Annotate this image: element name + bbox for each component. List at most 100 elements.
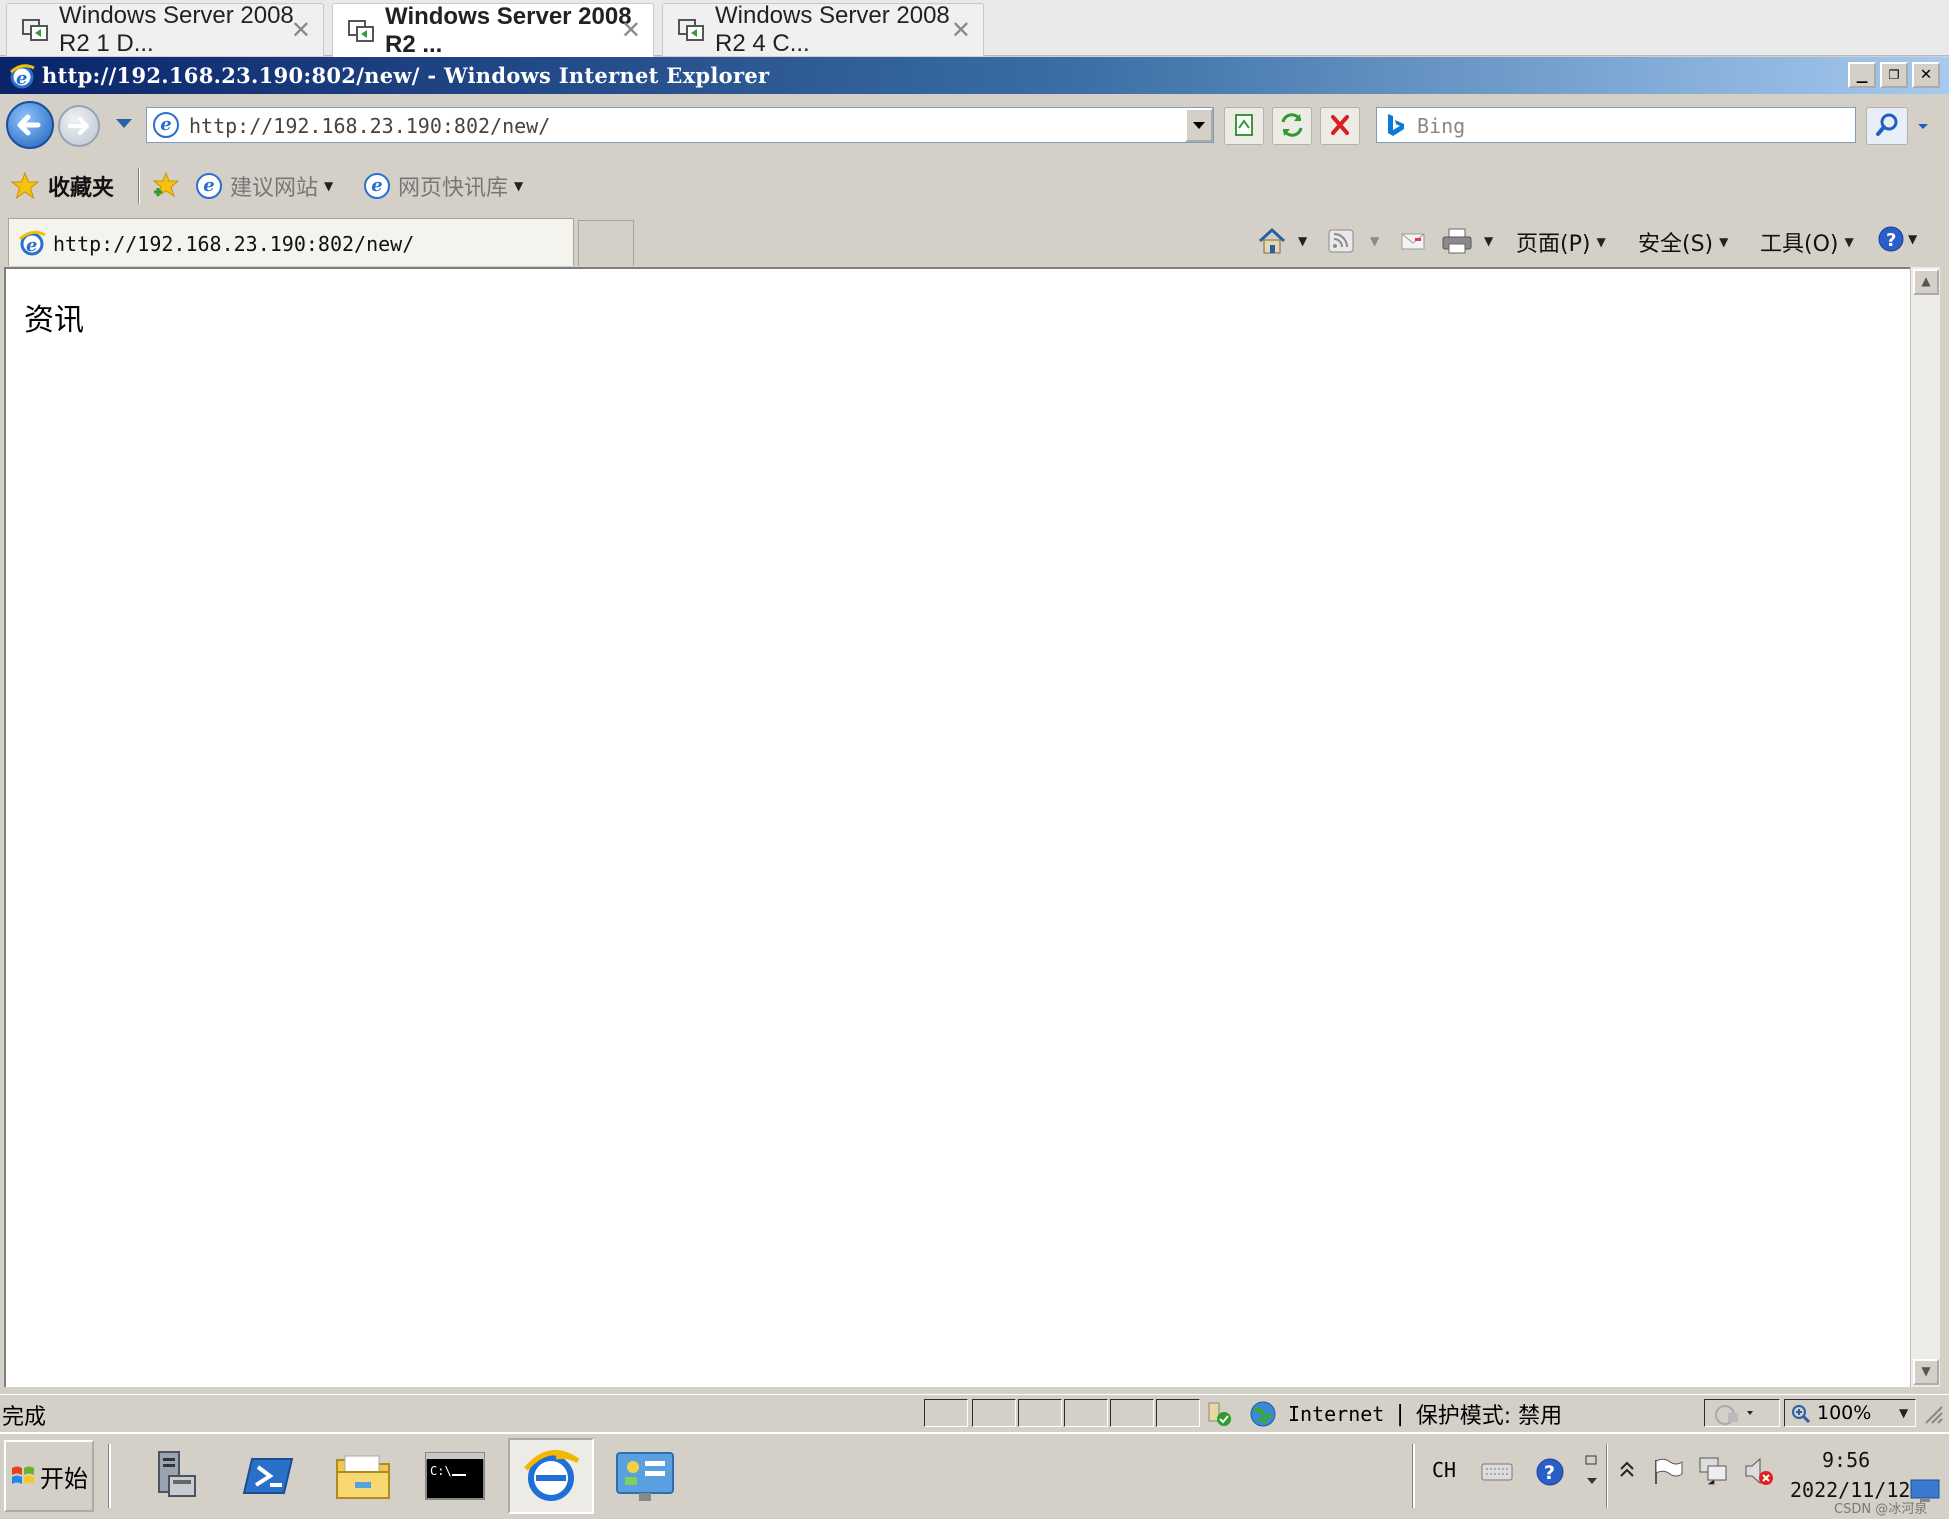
vm-tab-2[interactable]: Windows Server 2008 R2 ... ✕ <box>332 2 654 58</box>
windows-logo-icon <box>12 1466 34 1484</box>
scroll-down-button[interactable]: ▼ <box>1913 1359 1939 1385</box>
command-prompt-icon: C:\ <box>425 1452 485 1500</box>
resize-grip-icon[interactable] <box>1920 1401 1944 1425</box>
show-hidden-icons-icon[interactable] <box>1618 1460 1636 1480</box>
mail-icon <box>1401 233 1425 250</box>
taskbar-powershell[interactable] <box>226 1438 312 1514</box>
compatibility-icon <box>1235 114 1253 136</box>
status-panel <box>972 1399 1016 1427</box>
minimize-button[interactable]: _ <box>1848 62 1876 88</box>
restore-button[interactable]: ❐ <box>1880 62 1908 88</box>
bing-logo-icon <box>1388 114 1404 136</box>
add-to-favorites-bar-button[interactable] <box>150 170 182 200</box>
search-icon <box>1876 113 1898 136</box>
vm-tab-1[interactable]: Windows Server 2008 R2 1 D... ✕ <box>6 2 324 57</box>
taskbar-explorer[interactable] <box>320 1438 406 1514</box>
page-menu[interactable]: 页面(P) ▼ <box>1516 226 1606 258</box>
language-indicator[interactable]: CH <box>1432 1458 1456 1482</box>
compatibility-view-button[interactable] <box>1224 107 1264 145</box>
close-icon[interactable]: ✕ <box>951 16 971 45</box>
page-text: 资讯 <box>24 303 84 338</box>
taskbar-control-panel[interactable] <box>602 1438 688 1514</box>
security-zone[interactable]: Internet | 保护模式: 禁用 <box>1248 1398 1562 1430</box>
browser-tab[interactable]: e http://192.168.23.190:802/new/ <box>8 218 574 266</box>
web-slice-gallery-link[interactable]: e 网页快讯库 ▼ <box>364 170 523 202</box>
close-icon[interactable]: ✕ <box>291 16 311 45</box>
ie-icon: e <box>196 173 222 199</box>
window-title-bar[interactable]: e http://192.168.23.190:802/new/ - Windo… <box>0 57 1949 94</box>
chevron-down-icon: ▼ <box>1899 1406 1909 1420</box>
page-menu-label: 页面(P) <box>1516 232 1591 257</box>
home-button[interactable]: ▼ <box>1256 226 1307 256</box>
vm-icon <box>677 17 707 43</box>
safety-menu-label: 安全(S) <box>1638 232 1714 257</box>
refresh-button[interactable] <box>1272 107 1312 145</box>
search-button[interactable] <box>1866 107 1908 145</box>
stop-button[interactable] <box>1320 107 1360 145</box>
status-panel <box>1110 1399 1154 1427</box>
tools-menu[interactable]: 工具(O) ▼ <box>1760 226 1854 258</box>
close-icon[interactable]: ✕ <box>621 16 641 45</box>
keyboard-icon[interactable] <box>1480 1456 1514 1486</box>
control-panel-icon <box>616 1452 674 1501</box>
volume-muted-icon[interactable] <box>1742 1454 1776 1488</box>
taskbar-command-prompt[interactable]: C:\ <box>412 1438 498 1514</box>
search-input[interactable]: Bing <box>1376 107 1856 143</box>
taskbar-separator <box>108 1444 111 1508</box>
web-slice-gallery-label: 网页快讯库 <box>398 176 509 201</box>
taskbar-internet-explorer[interactable] <box>508 1438 594 1514</box>
search-placeholder: Bing <box>1417 114 1466 138</box>
read-mail-button[interactable] <box>1398 226 1428 256</box>
close-button[interactable]: ✕ <box>1912 62 1940 88</box>
stop-icon <box>1331 115 1349 135</box>
favorites-button[interactable]: 收藏夹 <box>10 170 114 202</box>
arrow-left-icon <box>17 114 41 136</box>
internet-explorer-icon <box>524 1450 580 1501</box>
security-status-icon[interactable] <box>1204 1399 1234 1429</box>
zoom-control[interactable]: 100% ▼ <box>1784 1399 1916 1427</box>
vertical-scrollbar[interactable]: ▲ ▼ <box>1910 267 1940 1387</box>
help-icon[interactable]: ? <box>1534 1456 1566 1488</box>
network-icon[interactable] <box>1696 1454 1730 1488</box>
watermark: CSDN @冰河泉 <box>1834 1502 1928 1517</box>
help-icon: ? <box>1878 226 1904 252</box>
zoom-icon <box>1792 1405 1811 1424</box>
feeds-button[interactable]: ▼ <box>1326 226 1379 256</box>
search-options-button[interactable] <box>1910 109 1936 143</box>
address-dropdown-button[interactable] <box>1185 108 1213 142</box>
new-tab-button[interactable] <box>578 220 634 266</box>
home-icon <box>1258 227 1286 254</box>
help-button[interactable]: ? ▼ <box>1876 224 1917 254</box>
print-button[interactable]: ▼ <box>1440 226 1493 256</box>
zone-label: Internet <box>1288 1402 1385 1426</box>
svg-text:e: e <box>26 235 37 256</box>
favorites-bar: 收藏夹 e 建议网站 ▼ e 网页快讯库 ▼ <box>0 160 1949 212</box>
chevron-down-icon <box>1193 122 1205 129</box>
vm-tab-strip: Windows Server 2008 R2 1 D... ✕ Windows … <box>0 0 1949 58</box>
taskbar: 开始 C:\ CH ? 9:56 2022/11/12 CSDN @冰河泉 <box>0 1432 1949 1519</box>
pop-up-status-panel[interactable] <box>1704 1399 1780 1427</box>
taskbar-separator <box>1606 1444 1608 1508</box>
address-input[interactable]: http://192.168.23.190:802/new/ <box>189 114 550 138</box>
recent-pages-dropdown-icon[interactable] <box>114 117 134 131</box>
zoom-level: 100% <box>1817 1402 1872 1424</box>
chevron-down-icon: ▼ <box>514 179 524 193</box>
taskbar-server-manager[interactable] <box>130 1438 216 1514</box>
chevron-down-icon: ▼ <box>1596 235 1606 249</box>
favorites-label: 收藏夹 <box>48 176 115 201</box>
address-bar[interactable]: e http://192.168.23.190:802/new/ <box>146 107 1214 143</box>
ie-logo-icon: e <box>18 230 46 256</box>
safety-menu[interactable]: 安全(S) ▼ <box>1638 226 1728 258</box>
language-options-icon[interactable] <box>1582 1452 1602 1492</box>
clock-time[interactable]: 9:56 <box>1822 1448 1870 1472</box>
vm-tab-label: Windows Server 2008 R2 ... <box>385 2 632 58</box>
back-button[interactable] <box>6 101 54 149</box>
chevron-down-icon: ▼ <box>1908 232 1918 246</box>
chevron-down-icon: ▼ <box>1719 235 1729 249</box>
action-center-flag-icon[interactable] <box>1650 1456 1684 1488</box>
scroll-up-button[interactable]: ▲ <box>1913 269 1939 295</box>
forward-button[interactable] <box>58 105 100 147</box>
vm-tab-3[interactable]: Windows Server 2008 R2 4 C... ✕ <box>662 2 984 57</box>
suggested-sites-link[interactable]: e 建议网站 ▼ <box>196 170 333 202</box>
start-button[interactable]: 开始 <box>4 1440 94 1512</box>
